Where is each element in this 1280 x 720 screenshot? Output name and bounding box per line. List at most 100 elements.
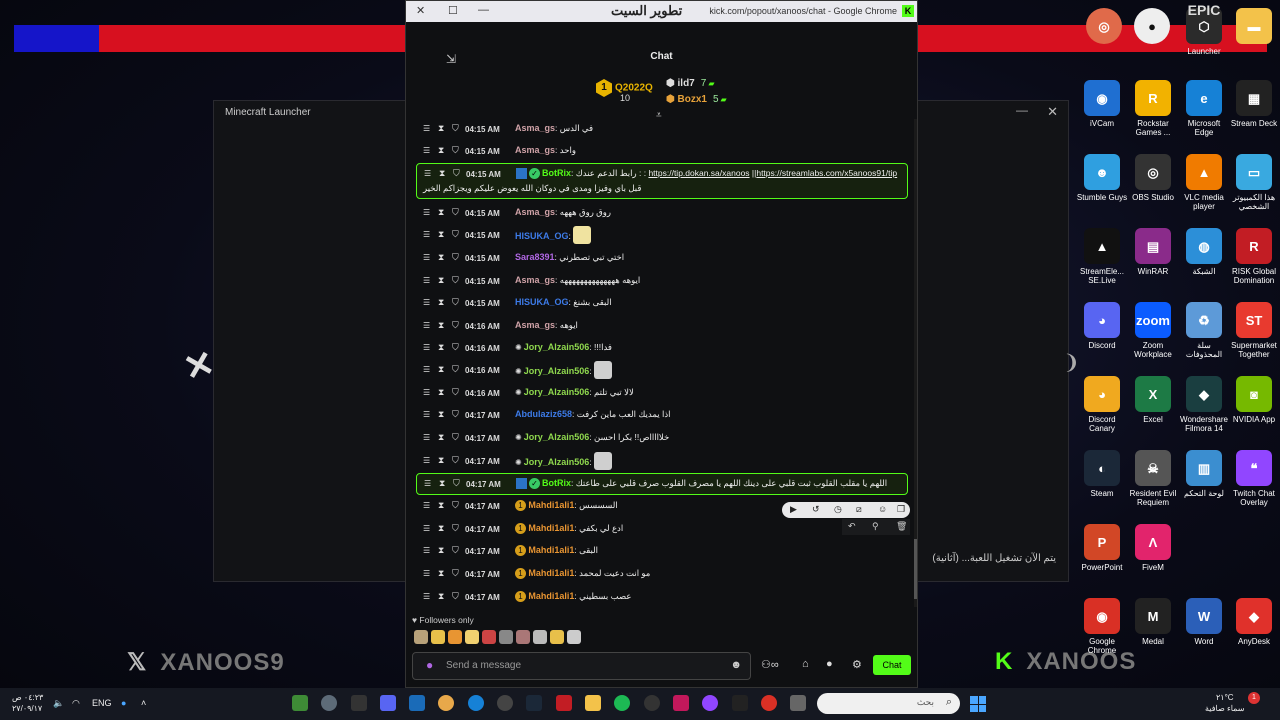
timeout-icon[interactable]: ⧗ [438,432,444,443]
message-username[interactable]: Mahdi1ali1 [528,500,574,510]
desktop-icon-app2[interactable]: ● [1126,8,1178,47]
microphone-icon[interactable]: ● [426,658,433,672]
message-username[interactable]: Sara8391 [515,252,555,262]
chat-message[interactable]: ☰ ⧗ ⛉ 04:15 AM HISUKA_OG: البقى بشنغ [416,293,906,313]
minecraft-taskbar-icon[interactable] [292,695,308,711]
chat-scrollbar[interactable] [914,119,917,607]
ban-shield-icon[interactable]: ⛉ [452,275,459,286]
quick-emote-icon[interactable] [414,630,428,644]
ban-shield-icon[interactable]: ⛉ [452,500,459,511]
ban-shield-icon[interactable]: ⛉ [452,342,459,353]
message-username[interactable]: Asma_gs [515,123,555,133]
twitch-overlay-taskbar-icon[interactable] [702,695,718,711]
teams-taskbar-icon[interactable] [380,695,396,711]
timeout-icon[interactable]: ⧗ [438,387,444,398]
ban-shield-icon[interactable]: ⛉ [452,409,459,420]
timeout-icon[interactable]: ⧗ [438,342,444,353]
desktop-icon[interactable]: ◆ AnyDesk [1228,598,1280,646]
ban-shield-icon[interactable]: ⛉ [452,207,459,218]
desktop-icon[interactable]: e Microsoft Edge [1178,80,1230,137]
ban-shield-icon[interactable]: ⛉ [453,168,460,179]
desktop-icon[interactable]: ❝ Twitch Chat Overlay [1228,450,1280,507]
quick-emote-icon[interactable] [567,630,581,644]
mod-menu-icon[interactable]: ☰ [423,321,430,330]
minimize-icon[interactable]: — [478,4,489,16]
settings-taskbar-icon[interactable] [321,695,337,711]
emoji-icon[interactable]: ☻ [730,659,742,671]
chat-bubble-icon[interactable]: ● [826,658,833,670]
ban-shield-icon[interactable]: ⛉ [452,568,459,579]
close-button[interactable]: ✕ [1047,104,1058,120]
steam-taskbar-icon[interactable] [526,695,542,711]
timeout-icon[interactable]: ⧗ [438,320,444,331]
mod-menu-icon[interactable]: ☰ [423,388,430,397]
desktop-icon[interactable]: ◐ Steam [1076,450,1128,498]
chat-message[interactable]: ☰ ⧗ ⛉ 04:17 AM 1 Mahdi1ali1: البقى [416,541,906,561]
maximize-icon[interactable]: ☐ [448,4,458,17]
ban-shield-icon[interactable]: ⛉ [452,364,459,375]
desktop-icon[interactable]: R RISK Global Domination [1228,228,1280,285]
chat-message-input[interactable]: ● Send a message ☻ [412,652,751,680]
chat-message[interactable]: ☰ ⧗ ⛉ 04:15 AM Asma_gs: في الدس [416,119,906,139]
ban-shield-icon[interactable]: ⛉ [452,591,459,602]
timeout-icon[interactable]: ⧗ [438,123,444,134]
play-icon[interactable]: ▶ [790,504,797,515]
timeout-icon[interactable]: ⧗ [438,455,444,466]
chat-message[interactable]: ☰ ⧗ ⛉ 04:17 AM ✺ Jory_Alzain506: [416,451,906,471]
message-username[interactable]: BotRix [542,478,571,488]
pin-icon[interactable]: ⚲ [872,521,879,532]
desktop-icon-app[interactable]: ◎ [1078,8,1130,47]
chat-message[interactable]: ☰ ⧗ ⛉ 04:15 AM Sara8391: اختي تبي تصطرني [416,248,906,268]
desktop-icon[interactable]: ☠ Resident Evil Requiem [1127,450,1179,507]
desktop-icon[interactable]: Λ FiveM [1127,524,1179,572]
timeout-icon[interactable]: ⧗ [438,409,444,420]
desktop-icon[interactable]: ▥ لوحة التحكم [1178,450,1230,498]
ban-shield-icon[interactable]: ⛉ [452,123,459,134]
timeout-icon[interactable]: ⧗ [438,252,444,263]
timeout-icon[interactable]: ⧗ [438,568,444,579]
store-icon[interactable]: ⌂ [802,658,809,670]
mod-menu-icon[interactable]: ☰ [423,208,430,217]
chat-message[interactable]: ☰ ⧗ ⛉ 04:15 AM Asma_gs: واحد [416,141,906,161]
mod-menu-icon[interactable]: ☰ [423,253,430,262]
timeout-icon[interactable]: ⧗ [438,297,444,308]
timeout-icon[interactable]: ⧗ [439,478,445,489]
chat-message[interactable]: ☰ ⧗ ⛉ 04:15 AM Asma_gs: ايوهه هههههههههههههه… [416,271,906,291]
desktop-icon-epic[interactable]: EPIC [1178,3,1230,17]
app-taskbar-icon[interactable] [644,695,660,711]
chat-message-list[interactable]: ☰ ⧗ ⛉ 04:15 AM Asma_gs: في الدس ☰ ⧗ ⛉ 04:15 AM As… [406,119,911,609]
start-button[interactable] [970,696,986,712]
mod-menu-icon[interactable]: ☰ [423,546,430,555]
notification-badge[interactable]: 1 [1248,692,1260,704]
desktop-icon[interactable]: X Excel [1127,376,1179,424]
taskbar-clock[interactable]: ٠٤:٢٣ ص ٢٧/٠٩/١٧ [12,692,43,714]
ban-shield-icon[interactable]: ⛉ [452,387,459,398]
leaderboard-second[interactable]: ⬢ ild7 7 [666,78,714,89]
wifi-icon[interactable]: ◠ [72,698,80,709]
message-link[interactable]: https://tip.dokan.sa/xanoos [648,168,749,178]
desktop-icon[interactable]: ▦ Stream Deck [1228,80,1280,128]
mod-menu-icon[interactable]: ☰ [424,169,431,178]
copy-icon[interactable]: ❐ [897,504,905,515]
message-username[interactable]: Asma_gs [515,145,555,155]
volume-icon[interactable]: 🔈 [53,698,64,709]
message-username[interactable]: Mahdi1ali1 [528,591,574,601]
ban-shield-icon[interactable]: ⛉ [453,478,460,489]
quick-emote-icon[interactable] [533,630,547,644]
ban-shield-icon[interactable]: ⛉ [452,523,459,534]
message-username[interactable]: Jory_Alzain506 [524,366,590,376]
desktop-icon[interactable]: W Word [1178,598,1230,646]
weather-widget[interactable]: ٢١°C سماء صافية [1205,692,1245,714]
quick-emote-icon[interactable] [482,630,496,644]
message-username[interactable]: Jory_Alzain506 [524,342,590,352]
message-link[interactable]: https://streamlabs.com/x5anoos91/tip [756,168,897,178]
desktop-icon[interactable]: ST Supermarket Together [1228,302,1280,359]
timeout-icon[interactable]: ⧗ [438,275,444,286]
mod-menu-icon[interactable]: ☰ [423,524,430,533]
chat-message[interactable]: ☰ ⧗ ⛉ 04:17 AM 1 Mahdi1ali1: ادع لي بكفي [416,519,906,539]
timeout-icon[interactable]: ⧗ [438,523,444,534]
chat-message[interactable]: ☰ ⧗ ⛉ 04:16 AM ✺ Jory_Alzain506: !!!فدا [416,338,906,358]
desktop-icon[interactable]: M Medal [1127,598,1179,646]
mod-menu-icon[interactable]: ☰ [423,433,430,442]
chat-message[interactable]: ☰ ⧗ ⛉ 04:17 AM 1 Mahdi1ali1: مو انت دعيت لمح… [416,564,906,584]
